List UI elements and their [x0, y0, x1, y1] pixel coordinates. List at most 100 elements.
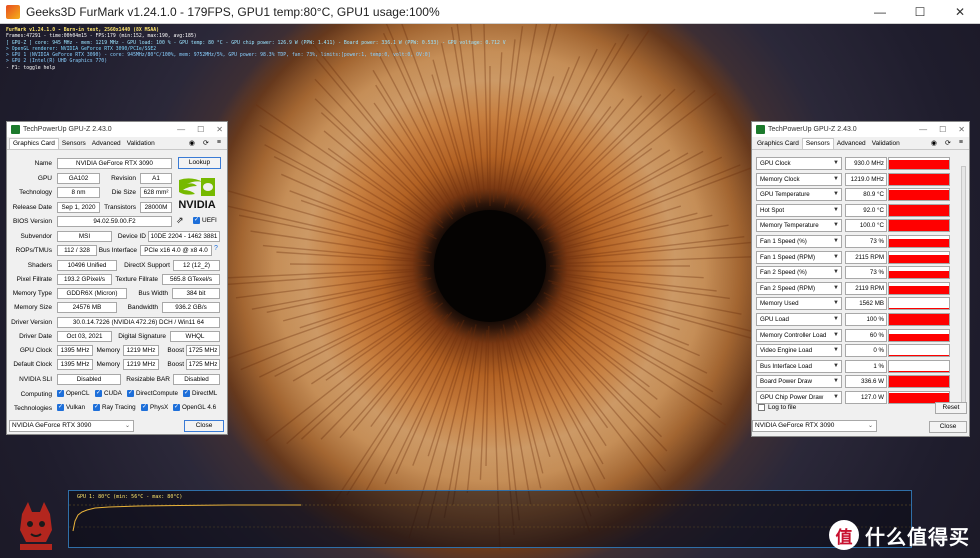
close-button[interactable]: Close	[929, 421, 967, 433]
minimize-icon[interactable]: —	[177, 125, 185, 134]
refresh-icon[interactable]: ⟳	[203, 139, 209, 147]
gpu-temperature-graph: GPU 1: 80°C (min: 56°C - max: 80°C)	[68, 490, 913, 548]
memory-clock-label: Memory	[96, 347, 120, 354]
sensor-name-select[interactable]: Fan 2 Speed (%) ▼	[756, 266, 842, 280]
furmark-window-title: Geeks3D FurMark v1.24.1.0 - 179FPS, GPU1…	[26, 4, 440, 19]
menu-icon[interactable]: ≡	[217, 139, 221, 147]
sensor-name-select[interactable]: Memory Clock ▼	[756, 172, 842, 186]
sensor-name-select[interactable]: Memory Used ▼	[756, 297, 842, 311]
sensor-name: Memory Clock	[760, 175, 800, 183]
sensor-name-select[interactable]: GPU Temperature ▼	[756, 188, 842, 202]
sensor-row: GPU Clock ▼ 930.0 MHz	[756, 157, 956, 170]
tab-graphics-card[interactable]: Graphics Card	[754, 139, 802, 149]
sensor-name-select[interactable]: GPU Load ▼	[756, 313, 842, 326]
log-to-file-checkbox[interactable]: Log to file	[758, 404, 796, 411]
camera-icon[interactable]: ◉	[931, 139, 937, 147]
sensor-value: 1219.0 MHz	[845, 172, 887, 186]
dropdown-arrow-icon: ▼	[833, 394, 839, 400]
physx-label: PhysX	[150, 404, 169, 412]
sensor-graph	[888, 203, 950, 217]
opencl-checkbox[interactable]: ✓ OpenCL	[57, 390, 89, 397]
sensor-name-select[interactable]: GPU Clock ▼	[756, 157, 842, 170]
vulkan-checkbox[interactable]: ✓ Vulkan	[57, 404, 85, 411]
reset-button[interactable]: Reset	[935, 402, 967, 414]
driver-version-field: 30.0.14.7226 (NVIDIA 472.26) DCH / Win11…	[57, 317, 220, 328]
sensor-graph-fill	[889, 190, 949, 201]
sensor-value: 100.0 °C	[845, 219, 887, 233]
tab-advanced[interactable]: Advanced	[834, 139, 869, 149]
watermark-text: 什么值得买	[865, 526, 970, 549]
sensor-value: 1 %	[845, 359, 887, 373]
minimize-icon[interactable]: —	[919, 125, 927, 134]
directml-checkbox[interactable]: ✓ DirectML	[183, 390, 217, 397]
sensor-name-select[interactable]: Video Engine Load ▼	[756, 344, 842, 358]
tab-validation[interactable]: Validation	[124, 139, 158, 149]
svg-text:NVIDIA: NVIDIA	[178, 199, 215, 211]
checkbox-icon: ✓	[173, 404, 180, 411]
device-id-field: 10DE 2204 - 1462 3881	[148, 231, 220, 242]
menu-icon[interactable]: ≡	[959, 139, 963, 147]
checkbox-icon: ✓	[57, 404, 64, 411]
maximize-icon[interactable]: ☐	[900, 0, 940, 24]
sensor-value: 336.6 W	[845, 375, 887, 389]
directcompute-checkbox[interactable]: ✓ DirectCompute	[127, 390, 178, 397]
sensor-name-select[interactable]: Memory Controller Load ▼	[756, 328, 842, 342]
minimize-icon[interactable]: —	[860, 0, 900, 24]
sensor-name: GPU Load	[760, 316, 789, 323]
sensor-value: 73 %	[845, 235, 887, 248]
close-button[interactable]: Close	[184, 420, 224, 432]
sensor-name-select[interactable]: Fan 1 Speed (RPM) ▼	[756, 250, 842, 264]
sensor-name-select[interactable]: Bus Interface Load ▼	[756, 359, 842, 373]
sensor-graph	[888, 250, 950, 264]
maximize-icon[interactable]: ☐	[197, 125, 204, 134]
directx-field: 12 (12_2)	[173, 260, 220, 271]
card-select-dropdown[interactable]: NVIDIA GeForce RTX 3090 ⌄	[9, 420, 134, 432]
tab-validation[interactable]: Validation	[869, 139, 903, 149]
lookup-button[interactable]: Lookup	[178, 157, 221, 169]
tab-advanced[interactable]: Advanced	[89, 139, 124, 149]
memory-type-label: Memory Type	[12, 290, 52, 297]
cuda-checkbox[interactable]: ✓ CUDA	[95, 390, 122, 397]
refresh-icon[interactable]: ⟳	[945, 139, 951, 147]
opengl-checkbox[interactable]: ✓ OpenGL 4.6	[173, 404, 216, 411]
sensor-graph-baseline	[889, 355, 949, 357]
tab-sensors[interactable]: Sensors	[801, 138, 834, 149]
sensor-graph-fill	[889, 239, 949, 247]
sensor-name-select[interactable]: Fan 2 Speed (RPM) ▼	[756, 281, 842, 295]
furmark-titlebar[interactable]: Geeks3D FurMark v1.24.1.0 - 179FPS, GPU1…	[0, 0, 980, 24]
nvidia-logo: NVIDIA	[178, 178, 216, 211]
close-icon[interactable]: ✕	[958, 125, 965, 134]
gpuz-titlebar[interactable]: TechPowerUp GPU-Z 2.43.0 — ☐ ✕	[752, 122, 969, 137]
gpuz-titlebar[interactable]: TechPowerUp GPU-Z 2.43.0 — ☐ ✕	[7, 122, 227, 137]
sensor-value: 127.0 W	[845, 391, 887, 404]
tab-graphics-card[interactable]: Graphics Card	[9, 138, 59, 149]
help-icon[interactable]: ?	[214, 245, 218, 252]
sensor-graph-fill	[889, 159, 949, 169]
bus-width-label: Bus Width	[138, 290, 168, 297]
physx-checkbox[interactable]: ✓ PhysX	[141, 404, 168, 411]
gpu-clock-label: GPU Clock	[19, 347, 52, 354]
sensor-name-select[interactable]: GPU Chip Power Draw ▼	[756, 391, 842, 404]
camera-icon[interactable]: ◉	[189, 139, 195, 147]
raytracing-checkbox[interactable]: ✓ Ray Tracing	[93, 404, 136, 411]
sensor-name-select[interactable]: Fan 1 Speed (%) ▼	[756, 235, 842, 248]
close-icon[interactable]: ✕	[216, 125, 223, 134]
share-icon[interactable]: ⇗	[176, 215, 184, 226]
sensor-name-select[interactable]: Hot Spot ▼	[756, 203, 842, 217]
uefi-checkbox[interactable]: ✓ UEFI	[193, 217, 217, 224]
maximize-icon[interactable]: ☐	[939, 125, 946, 134]
card-select-dropdown[interactable]: NVIDIA GeForce RTX 3090 ⌄	[752, 420, 877, 432]
memory-clock-field: 1219 MHz	[123, 345, 159, 356]
furmark-logo	[20, 502, 52, 550]
sensor-name-select[interactable]: Memory Temperature ▼	[756, 219, 842, 233]
default-memory-label: Memory	[96, 361, 120, 368]
opencl-label: OpenCL	[66, 390, 90, 398]
sensor-name: GPU Chip Power Draw	[760, 394, 824, 401]
dropdown-arrow-icon: ▼	[833, 222, 839, 229]
sensor-name-select[interactable]: Board Power Draw ▼	[756, 375, 842, 389]
sensor-row: Board Power Draw ▼ 336.6 W	[756, 375, 956, 389]
sensor-name: Fan 2 Speed (%)	[760, 269, 807, 277]
sensor-scrollbar[interactable]	[961, 166, 966, 406]
close-icon[interactable]: ✕	[940, 0, 980, 24]
tab-sensors[interactable]: Sensors	[59, 139, 89, 149]
